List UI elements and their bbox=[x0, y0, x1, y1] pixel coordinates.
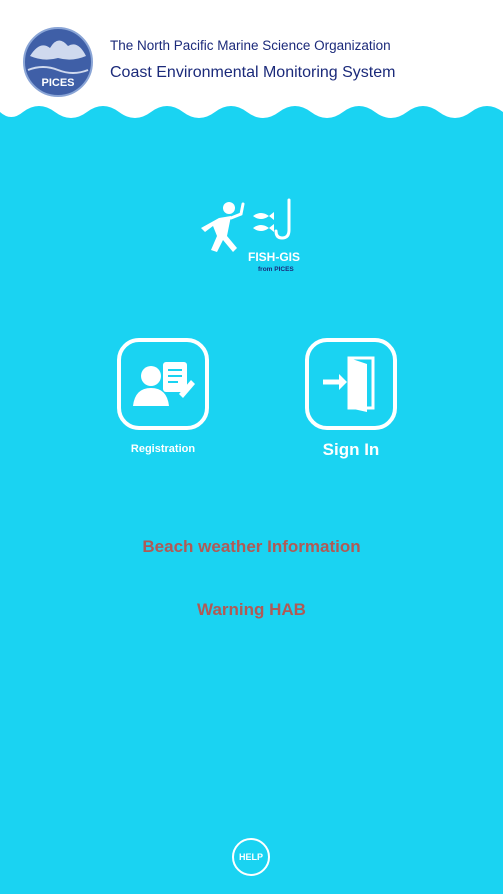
beach-weather-link[interactable]: Beach weather Information bbox=[0, 537, 503, 557]
sign-in-door-icon bbox=[323, 356, 375, 412]
system-title: Coast Environmental Monitoring System bbox=[110, 64, 396, 81]
registration-button[interactable] bbox=[117, 338, 209, 430]
organization-title: The North Pacific Marine Science Organiz… bbox=[110, 38, 391, 53]
fish-gis-subtitle: from PICES bbox=[258, 266, 294, 273]
help-button[interactable]: HELP bbox=[232, 838, 270, 876]
sign-in-button[interactable] bbox=[305, 338, 397, 430]
header: PICES The North Pacific Marine Science O… bbox=[0, 0, 503, 140]
sign-in-label[interactable]: Sign In bbox=[296, 440, 406, 460]
warning-hab-link[interactable]: Warning HAB bbox=[0, 600, 503, 620]
fisherman-icon bbox=[201, 198, 291, 252]
logo-text: PICES bbox=[41, 77, 74, 89]
registration-label[interactable]: Registration bbox=[100, 443, 226, 455]
registration-icon bbox=[133, 362, 195, 406]
help-icon: HELP bbox=[238, 852, 263, 862]
app-screen: PICES The North Pacific Marine Science O… bbox=[0, 0, 503, 894]
pices-logo-icon: PICES bbox=[23, 27, 93, 97]
fish-gis-title: FISH-GIS bbox=[248, 250, 301, 264]
